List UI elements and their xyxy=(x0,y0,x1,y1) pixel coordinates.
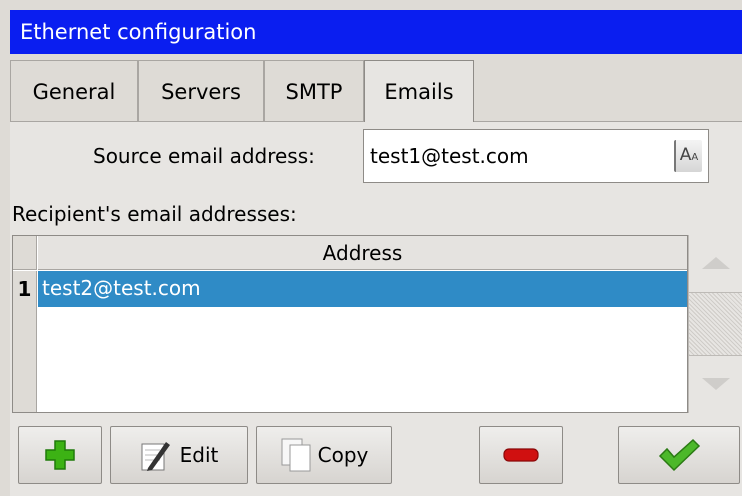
recipients-table: Address 1 test2@test.com xyxy=(12,235,688,413)
table-scrollbar[interactable] xyxy=(688,235,742,413)
tab-servers[interactable]: Servers xyxy=(138,60,264,122)
source-email-value: test1@test.com xyxy=(370,144,529,168)
scroll-up-button[interactable] xyxy=(689,235,742,293)
ok-button[interactable] xyxy=(618,426,740,484)
triangle-down-icon xyxy=(702,378,730,390)
plus-icon xyxy=(45,440,75,470)
add-button[interactable] xyxy=(18,426,102,484)
row-address[interactable]: test2@test.com xyxy=(38,271,687,307)
edit-button[interactable]: Edit xyxy=(110,426,248,484)
triangle-up-icon xyxy=(702,257,730,269)
minus-icon xyxy=(503,448,539,462)
table-row[interactable]: 1 test2@test.com xyxy=(13,271,687,307)
source-email-label: Source email address: xyxy=(93,144,315,168)
pencil-icon xyxy=(141,442,170,471)
copy-button[interactable]: Copy xyxy=(256,426,392,484)
table-corner xyxy=(13,236,37,270)
tab-general[interactable]: General xyxy=(10,60,138,122)
copy-icon xyxy=(281,438,311,472)
keyboard-icon[interactable]: AA xyxy=(674,140,702,172)
checkmark-icon xyxy=(658,438,701,472)
row-number: 1 xyxy=(13,271,37,307)
tab-emails[interactable]: Emails xyxy=(364,60,474,122)
recipients-label: Recipient's email addresses: xyxy=(12,202,297,226)
window-title: Ethernet configuration xyxy=(10,10,742,54)
edit-label: Edit xyxy=(179,443,219,467)
scroll-track[interactable] xyxy=(689,293,742,355)
scroll-down-button[interactable] xyxy=(689,355,742,413)
address-column-header: Address xyxy=(38,236,687,270)
tab-bar: General Servers SMTP Emails xyxy=(10,60,742,122)
tab-smtp[interactable]: SMTP xyxy=(264,60,364,122)
source-email-field[interactable]: test1@test.com AA xyxy=(363,129,709,183)
copy-label: Copy xyxy=(317,443,369,467)
remove-button[interactable] xyxy=(479,426,563,484)
